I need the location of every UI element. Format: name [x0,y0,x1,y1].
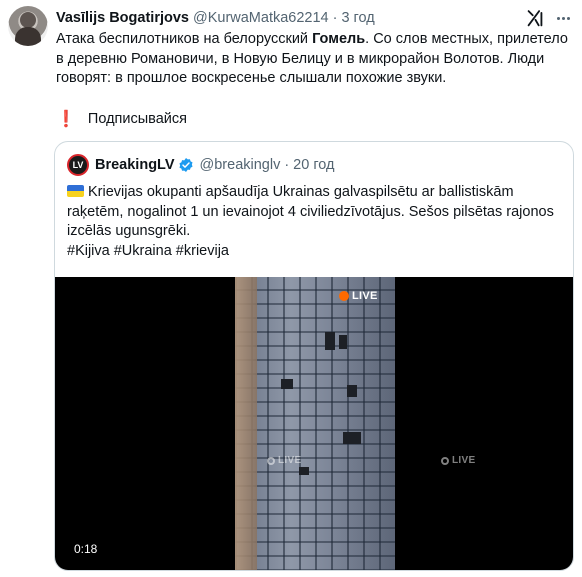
ukraine-flag-icon [67,185,84,197]
quoted-header-separator: · [284,157,290,173]
exclamation-icon: ❗ [56,111,76,128]
live-record-icon [339,291,349,301]
broken-window [281,379,293,389]
live-watermark-icon [441,456,449,465]
live-label: LIVE [352,290,378,302]
more-dot [561,16,565,20]
more-dot [566,16,570,20]
avatar-logo-text: LV [72,160,84,170]
tweet-text: Атака беспилотников на белорусский Гомел… [56,30,576,89]
tweet-timestamp[interactable]: 3 год [341,10,374,26]
subscribe-text: Подписывайся [87,111,187,127]
avatar-head [20,12,36,28]
grok-icon[interactable] [524,7,546,29]
quoted-tweet-text: Krievijas okupanti apšaudīja Ukrainas ga… [67,183,563,261]
video-duration: 0:18 [69,541,103,557]
more-icon[interactable] [552,7,574,29]
tweet-text-part: Атака беспилотников на белорусский [56,31,313,47]
quoted-tweet-header: LV BreakingLV @breakinglv · 20 год [67,154,335,176]
tweet[interactable]: Vasīlijs Bogatirjovs @KurwaMatka62214 · … [0,0,582,577]
author-avatar[interactable] [8,6,48,46]
quoted-author-handle[interactable]: @breakinglv [200,157,281,173]
subscribe-line: ❗ Подписывайся [56,110,187,129]
avatar-body [15,27,41,46]
tweet-header: Vasīlijs Bogatirjovs @KurwaMatka62214 · … [56,8,375,28]
live-watermark-icon [267,456,275,465]
live-watermark-label: LIVE [278,455,302,466]
video-frame-building-edge [235,277,257,570]
live-badge: LIVE [339,290,378,302]
quoted-author-display-name[interactable]: BreakingLV [95,157,175,173]
verified-badge-icon [178,158,193,172]
broken-window [339,335,347,349]
quoted-tweet-body: Krievijas okupanti apšaudīja Ukrainas ga… [67,184,554,239]
broken-window [299,467,309,475]
quoted-tweet-timestamp[interactable]: 20 год [293,157,334,173]
quoted-tweet[interactable]: LV BreakingLV @breakinglv · 20 год Kriev… [54,141,574,571]
quoted-author-avatar[interactable]: LV [67,154,89,176]
video-frame-building [235,277,395,570]
broken-window [347,385,357,397]
live-watermark-label: LIVE [452,455,476,466]
video-player[interactable]: LIVE LIVE LIVE 0:18 [55,277,573,570]
tweet-text-bold: Гомель [312,31,366,47]
live-watermark: LIVE [267,455,301,466]
live-watermark: LIVE [441,455,475,466]
broken-window [325,332,335,350]
author-display-name[interactable]: Vasīlijs Bogatirjovs [56,10,189,26]
more-dot [556,16,560,20]
broken-window [343,432,361,444]
header-separator: · [332,10,338,26]
hashtags[interactable]: #Kijiva #Ukraina #krievija [67,243,229,259]
author-handle[interactable]: @KurwaMatka62214 [193,10,329,26]
